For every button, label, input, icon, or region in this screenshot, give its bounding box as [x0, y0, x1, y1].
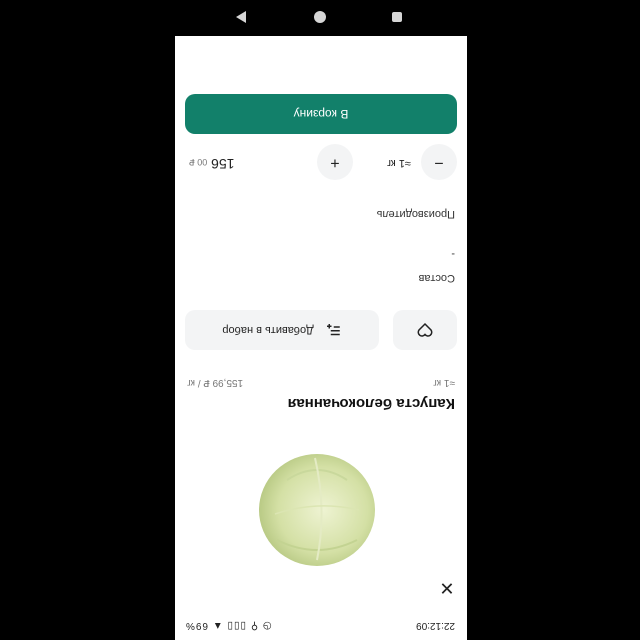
app-surface: 22:12:09 ◷ ⚲ ▯▯▯ ▲ 69% ✕ Капуста белокоч…	[175, 36, 467, 640]
product-image	[259, 454, 375, 566]
price-main: 156	[211, 156, 235, 172]
home-icon[interactable]	[314, 11, 326, 23]
product-title: Капуста белокочанная	[287, 395, 455, 412]
product-meta: ≈1 кг 155,99 ₽ / кг	[187, 374, 455, 388]
status-icons: ◷ ⚲ ▯▯▯ ▲ 69%	[185, 620, 272, 631]
increase-button[interactable]: +	[317, 144, 353, 180]
quantity-stepper: − ≈1 кг + 156 00 ₽	[185, 144, 457, 180]
composition-label: Состав	[418, 272, 455, 284]
system-nav-bar	[0, 0, 640, 36]
product-weight: ≈1 кг	[433, 377, 455, 388]
add-to-cart-button[interactable]: В корзину	[185, 94, 457, 134]
price-fraction: 00 ₽	[189, 157, 208, 167]
playlist-add-icon	[326, 324, 340, 336]
composition-value: -	[451, 248, 455, 260]
add-to-set-label: Добавить в набор	[222, 324, 314, 336]
favorite-button[interactable]	[393, 310, 457, 350]
decrease-button[interactable]: −	[421, 144, 457, 180]
back-icon[interactable]	[236, 11, 246, 23]
close-icon[interactable]: ✕	[435, 576, 459, 600]
add-to-set-button[interactable]: Добавить в набор	[185, 310, 379, 350]
recent-apps-icon[interactable]	[392, 12, 402, 22]
unit-price: 155,99 ₽ / кг	[187, 377, 244, 388]
phone-screen: 22:12:09 ◷ ⚲ ▯▯▯ ▲ 69% ✕ Капуста белокоч…	[175, 36, 467, 640]
status-time: 22:12:09	[416, 620, 455, 631]
quantity-value: ≈1 кг	[386, 157, 411, 169]
manufacturer-label: Производитель	[376, 208, 455, 220]
total-price: 156 00 ₽	[189, 156, 235, 172]
status-bar: 22:12:09 ◷ ⚲ ▯▯▯ ▲ 69%	[185, 614, 455, 636]
heart-icon	[417, 322, 433, 337]
